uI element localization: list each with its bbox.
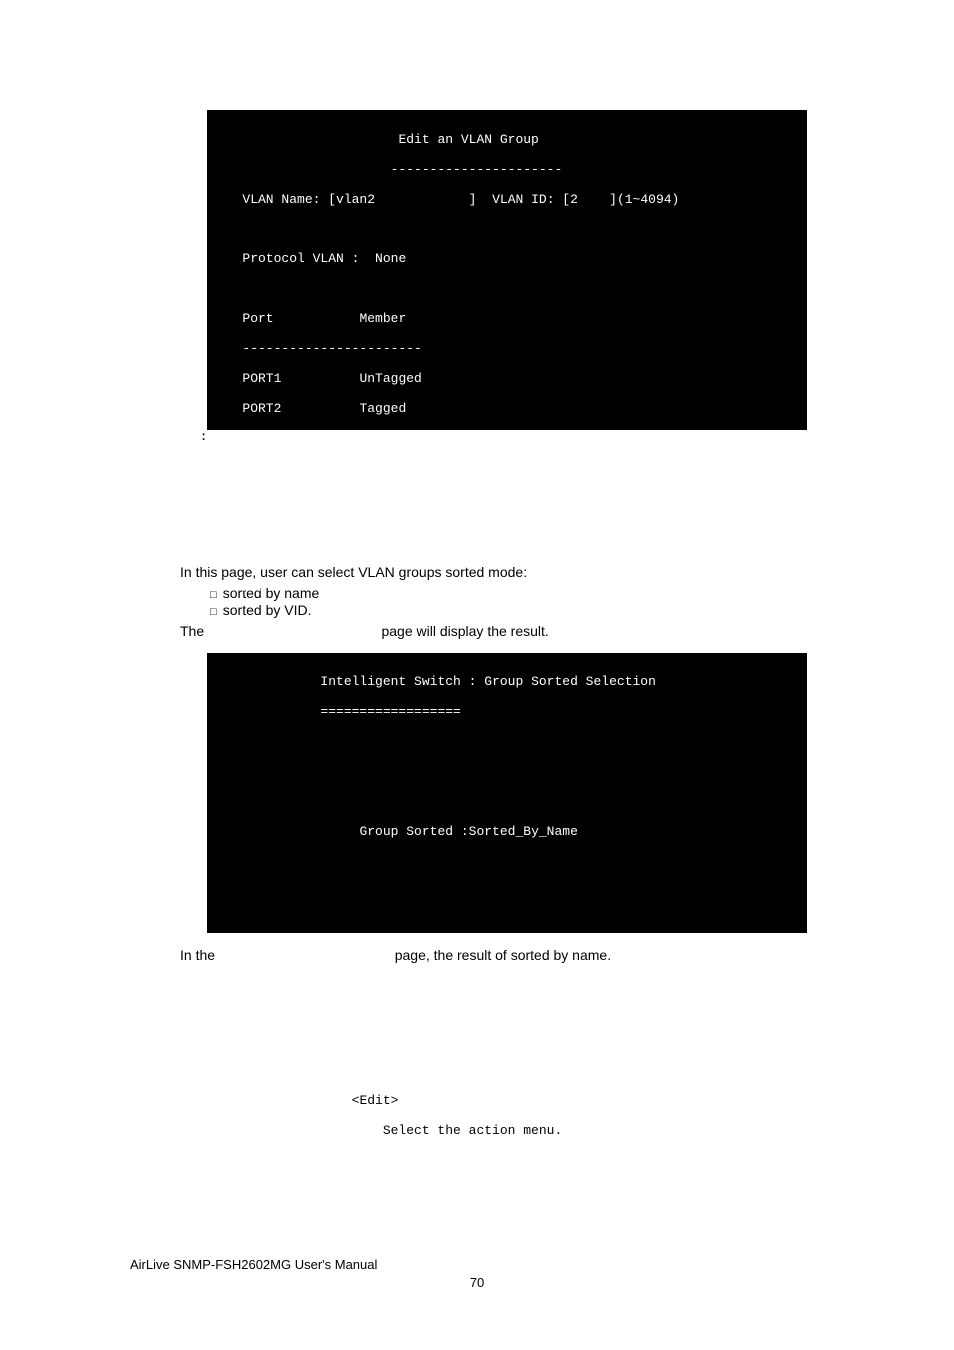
table-row: PORT6 No	[219, 521, 795, 536]
term2-underline: ==================	[219, 705, 795, 720]
table-row: PORT5 No	[219, 491, 795, 506]
term2-help: Arrow/TAB/BKSPC = Move Item Quit = Previ…	[219, 1153, 795, 1168]
term2-hint: Select the action menu.	[219, 1124, 795, 1139]
member-field[interactable]: Tagged	[359, 401, 406, 416]
term2-title-line: Intelligent Switch : Group Sorted Select…	[219, 675, 795, 690]
term1-blank1	[219, 223, 795, 238]
term2-actions-row: actions-> <Edit> <Save> <Quit>	[219, 1094, 795, 1109]
term1-blank2	[219, 282, 795, 297]
table-row: PORT4 No	[219, 462, 795, 477]
term1-vlan-name-id: VLAN Name: [vlan2 ] VLAN ID: [2 ](1~4094…	[219, 193, 795, 208]
vlan-id-range: (1~4094)	[617, 192, 679, 207]
member-field[interactable]: No	[359, 461, 375, 476]
member-field[interactable]: UnTagged	[359, 431, 421, 446]
term1-table-rule: -----------------------	[219, 342, 795, 357]
quit-button[interactable]: <Quit>	[648, 1093, 695, 1108]
terminal-group-sorted-selection: Intelligent Switch : Group Sorted Select…	[207, 653, 807, 933]
terminal-edit-vlan-group: Edit an VLAN Group ---------------------…	[207, 110, 807, 430]
member-field[interactable]: No	[359, 550, 375, 565]
term1-title-rule: ----------------------	[219, 163, 795, 178]
table-row: PORT1 UnTagged	[219, 372, 795, 387]
vlan-id-input[interactable]: 2	[570, 192, 578, 207]
term1-protocol: Protocol VLAN : None	[219, 252, 795, 267]
term2-group-sorted-line: Group Sorted :Sorted_By_Name	[219, 825, 795, 840]
footer-page-number: 70	[0, 1275, 954, 1290]
member-field[interactable]: No	[359, 580, 375, 595]
protocol-vlan-field[interactable]: None	[375, 251, 406, 266]
edit-button[interactable]: <Edit>	[352, 1093, 399, 1108]
term1-blank3	[219, 611, 795, 626]
footer-manual: AirLive SNMP-FSH2602MG User's Manual	[130, 1257, 377, 1272]
term2-actions-rule: ----------------------------------------…	[219, 1064, 795, 1079]
table-row: PORT7 No	[219, 551, 795, 566]
save-button[interactable]: <Save>	[500, 1093, 547, 1108]
term1-title-line: Edit an VLAN Group	[219, 133, 795, 148]
member-field[interactable]: No	[359, 490, 375, 505]
member-field[interactable]: UnTagged	[359, 371, 421, 386]
term1-title: Edit an VLAN Group	[398, 132, 538, 147]
group-sorted-field[interactable]: Sorted_By_Name	[469, 824, 578, 839]
vlan-name-input[interactable]: vlan2	[336, 192, 375, 207]
term1-table-header: Port Member	[219, 312, 795, 327]
table-row: PORT3 UnTagged	[219, 432, 795, 447]
table-row: PORT2 Tagged	[219, 402, 795, 417]
member-field[interactable]: No	[359, 520, 375, 535]
page-footer: AirLive SNMP-FSH2602MG User's Manual 70	[0, 1257, 954, 1290]
table-row: PORT8 No	[219, 581, 795, 596]
